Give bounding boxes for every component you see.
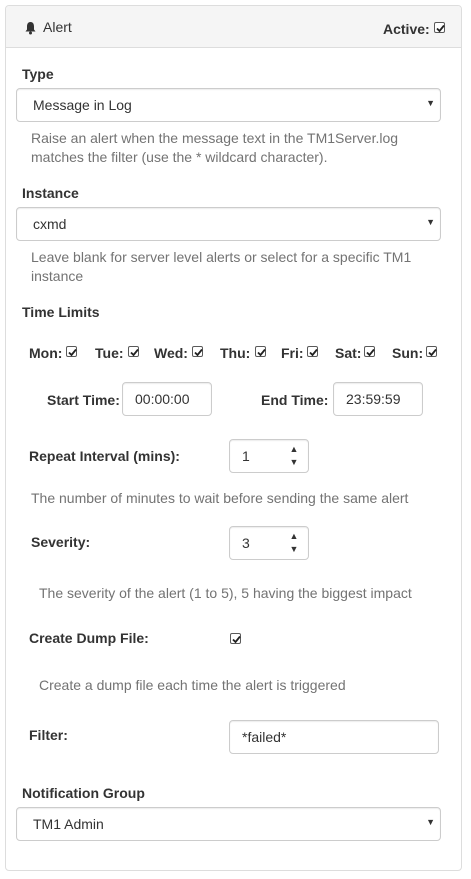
type-label: Type <box>22 66 54 82</box>
day-sat-checkbox[interactable] <box>364 346 375 357</box>
start-time-label: Start Time: <box>47 392 120 408</box>
end-time-value: 23:59:59 <box>346 391 401 407</box>
instance-select[interactable]: cxmd ▼ <box>16 207 441 241</box>
day-tue-label: Tue: <box>95 345 124 361</box>
instance-label: Instance <box>22 185 79 201</box>
instance-help-line1: Leave blank for server level alerts or s… <box>31 249 412 265</box>
check-icon <box>257 348 266 357</box>
panel-heading: Alert Active: <box>6 6 461 48</box>
check-icon <box>194 348 203 357</box>
filter-value: *failed* <box>242 729 287 745</box>
check-icon <box>232 635 241 644</box>
filter-input[interactable]: *failed* <box>229 720 439 754</box>
notification-group-select[interactable]: TM1 Admin ▼ <box>16 807 441 841</box>
end-time-input[interactable]: 23:59:59 <box>333 382 423 416</box>
repeat-interval-value: 1 <box>242 448 250 464</box>
day-sun-label: Sun: <box>392 345 424 361</box>
active-checkbox[interactable] <box>434 22 445 33</box>
day-fri-label: Fri: <box>281 345 304 361</box>
end-time-label: End Time: <box>261 392 329 408</box>
type-selected-value: Message in Log <box>33 97 132 113</box>
bell-icon <box>25 22 36 35</box>
chevron-down-icon: ▼ <box>426 817 435 827</box>
notification-group-label: Notification Group <box>22 785 145 801</box>
day-wed-label: Wed: <box>154 345 188 361</box>
spinner-arrows[interactable]: ▲ ▼ <box>288 530 300 558</box>
repeat-interval-label: Repeat Interval (mins): <box>29 448 180 464</box>
day-mon-label: Mon: <box>29 345 63 361</box>
day-thu-label: Thu: <box>220 345 251 361</box>
type-help-line2: matches the filter (use the * wildcard c… <box>31 149 328 165</box>
check-icon <box>436 24 445 33</box>
create-dump-file-checkbox[interactable] <box>230 633 241 644</box>
instance-help-line2: instance <box>31 268 84 284</box>
start-time-value: 00:00:00 <box>135 391 190 407</box>
repeat-interval-help: The number of minutes to wait before sen… <box>31 490 409 506</box>
start-time-input[interactable]: 00:00:00 <box>122 382 212 416</box>
create-dump-file-help: Create a dump file each time the alert i… <box>39 677 346 693</box>
day-thu-checkbox[interactable] <box>255 346 266 357</box>
severity-label: Severity: <box>31 534 91 550</box>
check-icon <box>366 348 375 357</box>
day-sun-checkbox[interactable] <box>426 346 437 357</box>
day-tue-checkbox[interactable] <box>128 346 139 357</box>
panel-title: Alert <box>43 19 72 35</box>
type-select[interactable]: Message in Log ▼ <box>16 88 441 122</box>
create-dump-file-label: Create Dump File: <box>29 630 149 646</box>
check-icon <box>428 348 437 357</box>
day-wed-checkbox[interactable] <box>192 346 203 357</box>
day-fri-checkbox[interactable] <box>307 346 318 357</box>
spinner-arrows[interactable]: ▲ ▼ <box>288 443 300 471</box>
type-help-line1: Raise an alert when the message text in … <box>31 130 399 146</box>
severity-stepper[interactable]: 3 ▲ ▼ <box>229 526 309 560</box>
chevron-down-icon: ▼ <box>426 217 435 227</box>
check-icon <box>130 348 139 357</box>
instance-selected-value: cxmd <box>33 216 67 232</box>
active-label: Active: <box>383 21 430 37</box>
severity-help: The severity of the alert (1 to 5), 5 ha… <box>39 585 412 601</box>
spin-up-icon[interactable]: ▲ <box>288 443 300 456</box>
day-sat-label: Sat: <box>335 345 362 361</box>
filter-label: Filter: <box>29 727 68 743</box>
notification-group-selected-value: TM1 Admin <box>33 816 104 832</box>
severity-value: 3 <box>242 535 250 551</box>
check-icon <box>68 348 77 357</box>
spin-down-icon[interactable]: ▼ <box>288 456 300 469</box>
spin-up-icon[interactable]: ▲ <box>288 530 300 543</box>
repeat-interval-stepper[interactable]: 1 ▲ ▼ <box>229 439 309 473</box>
spin-down-icon[interactable]: ▼ <box>288 543 300 556</box>
check-icon <box>309 348 318 357</box>
day-mon-checkbox[interactable] <box>66 346 77 357</box>
time-limits-label: Time Limits <box>22 304 100 320</box>
chevron-down-icon: ▼ <box>426 98 435 108</box>
